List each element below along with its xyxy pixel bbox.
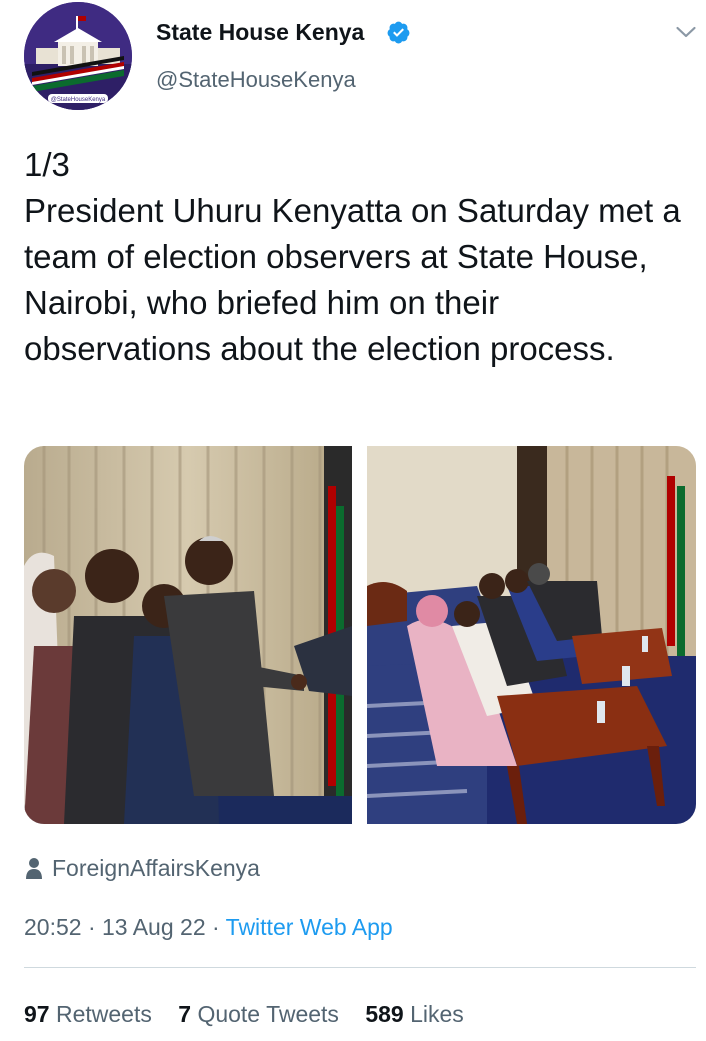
divider — [24, 967, 696, 968]
likes-label: Likes — [410, 1001, 464, 1027]
handle[interactable]: @StateHouseKenya — [156, 66, 356, 94]
tweet-meta: 20:52 · 13 Aug 22 · Twitter Web App — [24, 911, 393, 943]
quote-tweets-label: Quote Tweets — [197, 1001, 339, 1027]
meta-separator: · — [212, 914, 220, 940]
chevron-down-icon[interactable] — [674, 20, 698, 44]
tweet-source-link[interactable]: Twitter Web App — [226, 914, 393, 940]
avatar[interactable]: @StateHouseKenya — [24, 2, 132, 110]
likes-count: 589 — [365, 1001, 404, 1027]
retweets-count: 97 — [24, 1001, 50, 1027]
quote-tweets-stat[interactable]: 7 Quote Tweets — [178, 998, 339, 1030]
tweet-photo-1[interactable] — [24, 446, 352, 824]
tweet-time[interactable]: 20:52 — [24, 914, 82, 940]
tweet-stats: 97 Retweets 7 Quote Tweets 589 Likes — [24, 998, 484, 1030]
tagged-user-name[interactable]: ForeignAffairsKenya — [52, 852, 260, 884]
retweets-label: Retweets — [55, 1001, 152, 1027]
tweet-text: 1/3 President Uhuru Kenyatta on Saturday… — [24, 146, 681, 367]
tweet-photo-2[interactable] — [367, 446, 696, 824]
retweets-stat[interactable]: 97 Retweets — [24, 998, 152, 1030]
likes-stat[interactable]: 589 Likes — [365, 998, 463, 1030]
tweet-header: @StateHouseKenya State House Kenya @Stat… — [0, 0, 706, 120]
quote-tweets-count: 7 — [178, 1001, 192, 1027]
avatar-caption: @StateHouseKenya — [51, 97, 106, 103]
verified-badge-icon — [387, 21, 410, 44]
tweet-date[interactable]: 13 Aug 22 — [102, 914, 206, 940]
meta-separator: · — [87, 914, 96, 940]
display-name[interactable]: State House Kenya — [156, 17, 364, 47]
person-icon — [26, 858, 42, 879]
